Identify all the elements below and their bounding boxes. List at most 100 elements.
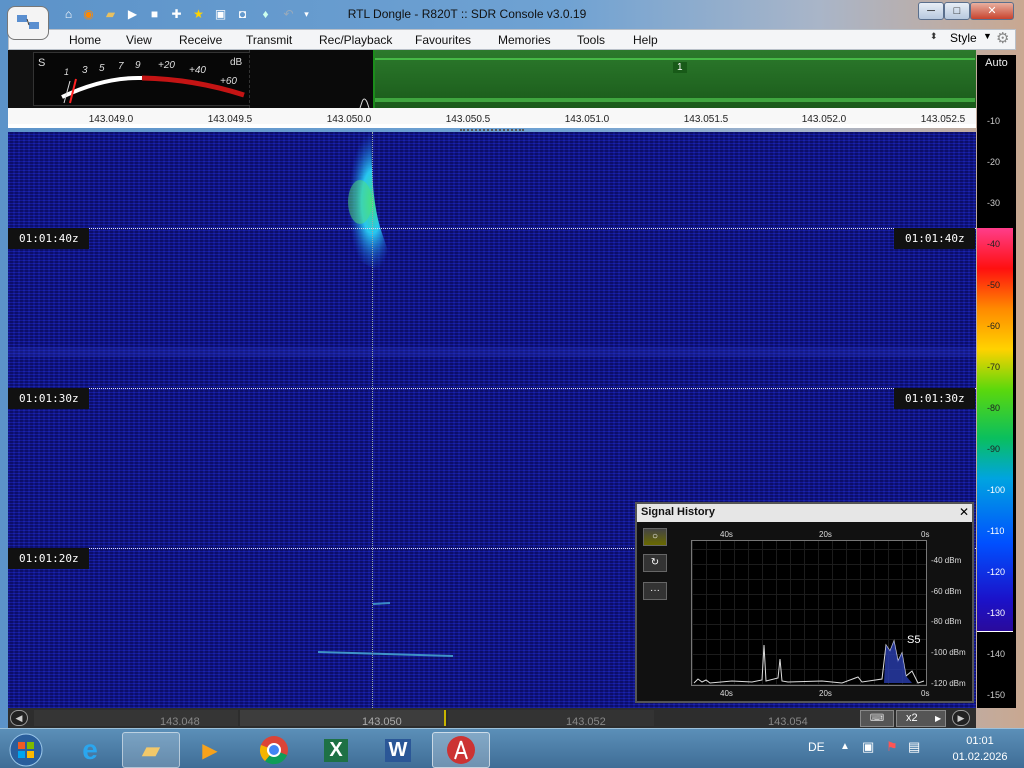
spectrum-trace: [359, 98, 370, 109]
time-label-top: 20s: [819, 530, 832, 539]
menu-receive[interactable]: Receive: [179, 33, 222, 47]
menu-bar: Home View Receive Transmit Rec/Playback …: [8, 29, 1016, 50]
tray-app-icon[interactable]: ▣: [862, 739, 874, 755]
window-title: RTL Dongle - R820T :: SDR Console v3.0.1…: [347, 7, 587, 21]
navigator-segment-active[interactable]: [240, 710, 446, 726]
timestamp-label-left: 01:01:20z: [8, 548, 89, 569]
keyboard-icon[interactable]: ⌨: [860, 710, 894, 727]
frequency-axis[interactable]: 143.049.0 143.049.5 143.050.0 143.050.5 …: [8, 108, 976, 131]
close-button[interactable]: ✕: [970, 2, 1014, 20]
signal-history-close-button[interactable]: ✕: [957, 505, 971, 520]
reset-button[interactable]: ↻: [643, 554, 667, 572]
dbm-label: -40 dBm: [931, 556, 962, 565]
s-reading-label: S5: [907, 634, 921, 646]
style-arrows-icon: ⬍: [930, 31, 938, 41]
signal-history-plot: S5: [691, 540, 927, 686]
spectrum-left: [249, 50, 373, 109]
scroll-right-button[interactable]: ▶: [952, 710, 970, 726]
chrome-icon[interactable]: [250, 732, 298, 768]
timestamp-label-left: 01:01:40z: [8, 228, 89, 249]
menu-view[interactable]: View: [126, 33, 152, 47]
dbm-label: -120 dBm: [931, 679, 966, 688]
settings-gear-icon[interactable]: ⚙: [996, 29, 1009, 47]
dbm-label: -80 dBm: [931, 617, 962, 626]
navigator-freq: 143.052: [566, 716, 606, 728]
auto-level-button[interactable]: Auto: [977, 57, 1016, 77]
timestamp-line: [8, 388, 976, 389]
zoom-label: x2: [906, 712, 918, 724]
dbm-label: -100 dBm: [931, 648, 966, 657]
level-label: -100: [987, 485, 1006, 495]
level-label: -110: [987, 526, 1005, 536]
level-label: -90: [987, 444, 1001, 454]
excel-icon[interactable]: X: [312, 732, 360, 768]
navigator-freq: 143.050: [362, 716, 402, 728]
spectrum-band-highlight[interactable]: 1: [373, 50, 976, 108]
record-toggle-button[interactable]: ○: [643, 528, 667, 546]
explorer-folder-icon[interactable]: ▰: [122, 732, 180, 768]
maximize-button[interactable]: □: [944, 2, 970, 20]
band-marker-label: 1: [673, 62, 687, 73]
app-window: ⌂ ◉ ▰ ▶ ■ ✚ ★ ▣ ◘ ♦ ↶ ▾ RTL Dongle - R82…: [0, 0, 1024, 728]
zoom-arrow-icon: ▶: [935, 714, 942, 723]
start-button[interactable]: [6, 732, 46, 768]
time-label-bottom: 40s: [720, 689, 733, 698]
chrome-logo: [259, 736, 288, 765]
level-label: -50: [987, 280, 1001, 290]
media-player-icon[interactable]: ▶: [186, 732, 234, 768]
level-label: -20: [987, 157, 1001, 167]
freq-tick: 143.049.5: [207, 114, 253, 125]
style-dropdown-icon[interactable]: ▼: [983, 31, 992, 41]
level-label: -120: [987, 567, 1006, 577]
dbm-label: -60 dBm: [931, 587, 962, 596]
minimize-button[interactable]: ─: [918, 2, 944, 20]
freq-tick: 143.052.5: [920, 114, 966, 125]
level-label: -130: [987, 608, 1006, 618]
menu-tools[interactable]: Tools: [577, 33, 605, 47]
windows-logo-icon: [9, 733, 43, 767]
show-hidden-icons-icon[interactable]: ▲: [840, 741, 850, 752]
clock-time: 01:01: [966, 735, 994, 747]
word-icon[interactable]: W: [374, 732, 422, 768]
timestamp-line: [8, 228, 976, 229]
menu-memories[interactable]: Memories: [498, 33, 551, 47]
scroll-left-button[interactable]: ◀: [10, 710, 28, 726]
menu-help[interactable]: Help: [633, 33, 658, 47]
network-icon[interactable]: ▤: [908, 739, 920, 755]
navigator-freq: 143.054: [768, 716, 808, 728]
navigator-segment[interactable]: [448, 710, 654, 726]
tuning-line[interactable]: [372, 132, 373, 708]
menu-favourites[interactable]: Favourites: [415, 33, 471, 47]
clock[interactable]: 01:01 01.02.2026: [940, 733, 1020, 765]
signal-history-title: Signal History: [637, 504, 972, 522]
timestamp-label-left: 01:01:30z: [8, 388, 89, 409]
freq-tick: 143.049.0: [88, 114, 134, 125]
menu-rec-playback[interactable]: Rec/Playback: [319, 33, 392, 47]
bandwidth-navigator[interactable]: ◀ 143.048 143.050 143.052 143.054 ⌨ x2 ▶ …: [8, 708, 976, 728]
level-label: -150: [987, 690, 1006, 700]
level-label: -140: [987, 649, 1006, 659]
sdr-console-taskbar-icon[interactable]: [432, 732, 490, 768]
navigator-segment[interactable]: [34, 710, 238, 726]
level-label: -70: [987, 362, 1001, 372]
internet-explorer-icon[interactable]: e: [66, 732, 114, 768]
sdr-console-logo: [447, 736, 475, 764]
time-label-bottom: 0s: [921, 689, 930, 698]
app-menu-button[interactable]: [7, 6, 49, 40]
more-options-button[interactable]: ···: [643, 582, 667, 600]
style-selector[interactable]: ⬍ Style ▼ ⚙: [930, 28, 1016, 50]
tray-flag-icon[interactable]: ⚑: [886, 739, 898, 755]
freq-tick: 143.051.5: [683, 114, 729, 125]
signal-history-window[interactable]: Signal History ✕ ○ ↻ ··· 40s 20s 0s S5 -…: [635, 502, 974, 703]
level-label: -30: [987, 198, 1001, 208]
time-label-bottom: 20s: [819, 689, 832, 698]
windows-taskbar: e ▰ ▶ X W DE ▲ ▣ ⚑ ▤ 01:01 01.02.2026: [0, 728, 1024, 768]
title-bar: ⌂ ◉ ▰ ▶ ■ ✚ ★ ▣ ◘ ♦ ↶ ▾ RTL Dongle - R82…: [0, 0, 1024, 40]
zoom-selector[interactable]: x2 ▶: [896, 710, 946, 727]
clock-date: 01.02.2026: [952, 751, 1008, 763]
menu-home[interactable]: Home: [69, 33, 101, 47]
menu-transmit[interactable]: Transmit: [246, 33, 292, 47]
language-indicator[interactable]: DE: [808, 740, 825, 754]
level-label: -80: [987, 403, 1001, 413]
s-meter-scale-graphic: [61, 75, 245, 104]
